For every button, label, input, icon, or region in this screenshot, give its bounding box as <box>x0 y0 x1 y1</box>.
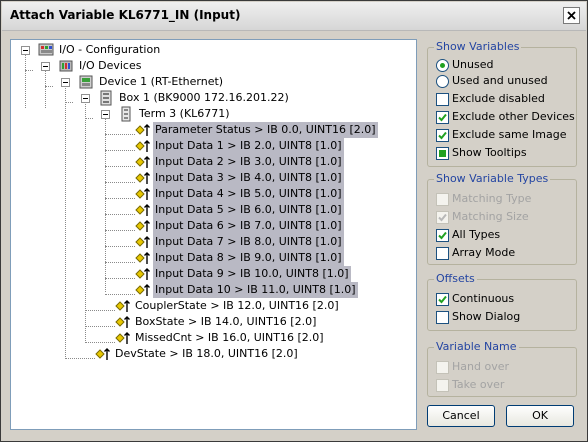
terminal-icon <box>121 106 131 122</box>
input-variable-icon <box>135 172 150 184</box>
box-icon <box>100 90 112 106</box>
radio-selected <box>436 59 449 72</box>
checkbox-disabled <box>436 379 449 392</box>
tree-label: Input Data 4 > IB 5.0, UINT8 [1.0] <box>153 186 344 202</box>
checkbox-checked <box>436 229 449 242</box>
option-label: Unused <box>452 58 494 71</box>
input-variable-icon <box>115 300 130 312</box>
tree-label: Input Data 1 > IB 2.0, UINT8 [1.0] <box>153 138 344 154</box>
collapse-icon[interactable] <box>61 78 70 87</box>
option-label: Matching Size <box>452 210 529 223</box>
option-label: Exclude same Image <box>452 128 567 141</box>
close-icon <box>567 11 576 20</box>
option-label: Take over <box>452 378 505 391</box>
tree-label: Input Data 10 > IB 11.0, UINT8 [1.0] <box>153 282 358 298</box>
collapse-icon[interactable] <box>41 62 50 71</box>
checkbox-checked <box>436 111 449 124</box>
tree-label: Input Data 9 > IB 10.0, UINT8 [1.0] <box>153 266 351 282</box>
input-variable-icon <box>95 348 110 360</box>
tree-label: Input Data 5 > IB 6.0, UINT8 [1.0] <box>153 202 344 218</box>
option-label: Exclude disabled <box>452 92 545 105</box>
checkbox-unchecked <box>436 93 449 106</box>
option-label: Continuous <box>452 292 515 305</box>
input-variable-icon <box>135 140 150 152</box>
tree-label: I/O - Configuration <box>59 43 161 56</box>
checkbox-checked-disabled <box>436 211 449 224</box>
checkbox-checked <box>436 129 449 142</box>
tree-label: Input Data 8 > IB 9.0, UINT8 [1.0] <box>153 250 344 266</box>
input-variable-icon <box>135 204 150 216</box>
check-icon <box>438 295 447 304</box>
tree-label: Device 1 (RT-Ethernet) <box>99 75 224 88</box>
attach-variable-dialog: Attach Variable KL6771_IN (Input) I/O - … <box>0 0 588 442</box>
input-variable-icon <box>135 268 150 280</box>
device-icon <box>79 75 93 89</box>
tree-label: CouplerState > IB 12.0, UINT16 [2.0] <box>135 299 339 312</box>
option-label: Show Dialog <box>452 310 521 323</box>
check-icon <box>438 231 447 240</box>
io-devices-icon <box>59 60 73 72</box>
checkbox-disabled <box>436 361 449 374</box>
option-label: Hand over <box>452 360 509 373</box>
option-label: Show Tooltips <box>452 146 527 159</box>
variable-name-group: Variable Name Hand over Take over <box>427 340 577 397</box>
checkbox-disabled <box>436 193 449 206</box>
window-title: Attach Variable KL6771_IN (Input) <box>10 8 241 22</box>
checkbox-unchecked <box>436 247 449 260</box>
tree-label: Term 3 (KL6771) <box>139 107 230 120</box>
collapse-icon[interactable] <box>101 110 110 119</box>
input-variable-icon <box>135 252 150 264</box>
cancel-button[interactable]: Cancel <box>427 405 495 427</box>
tree-label: Input Data 6 > IB 7.0, UINT8 [1.0] <box>153 218 344 234</box>
tree-label: Input Data 2 > IB 3.0, UINT8 [1.0] <box>153 154 344 170</box>
group-title: Variable Name <box>434 340 519 353</box>
tree-label: Input Data 3 > IB 4.0, UINT8 [1.0] <box>153 170 344 186</box>
tree-label: BoxState > IB 14.0, UINT16 [2.0] <box>135 315 317 328</box>
checkbox-checked <box>436 293 449 306</box>
input-variable-icon <box>115 332 130 344</box>
option-label: Array Mode <box>452 246 516 259</box>
input-variable-icon <box>135 124 150 136</box>
group-title: Show Variables <box>434 40 522 53</box>
tree-label: DevState > IB 18.0, UINT16 [2.0] <box>115 347 298 360</box>
io-configuration-icon <box>38 43 54 56</box>
offsets-group: Offsets Continuous Show Dialog <box>427 272 577 331</box>
option-label: Used and unused <box>452 74 548 87</box>
input-variable-icon <box>115 316 130 328</box>
title-bar: Attach Variable KL6771_IN (Input) <box>2 2 586 31</box>
variable-tree[interactable]: I/O - Configuration I/O Devices Device 1… <box>10 39 417 430</box>
group-title: Offsets <box>434 272 477 285</box>
input-variable-icon <box>135 188 150 200</box>
collapse-icon[interactable] <box>81 94 90 103</box>
input-variable-icon <box>135 156 150 168</box>
input-variable-icon <box>135 284 150 296</box>
check-icon <box>438 113 447 122</box>
tree-label: Parameter Status > IB 0.0, UINT16 [2.0] <box>153 122 378 138</box>
input-variable-icon <box>135 220 150 232</box>
ok-button[interactable]: OK <box>506 405 574 427</box>
show-variable-types-group: Show Variable Types Matching Type Matchi… <box>427 172 577 265</box>
radio-unselected <box>436 75 449 88</box>
option-label: Exclude other Devices <box>452 110 575 123</box>
collapse-icon[interactable] <box>21 46 30 55</box>
close-button[interactable] <box>563 7 580 24</box>
group-title: Show Variable Types <box>434 172 551 185</box>
show-variables-group: Show Variables Unused Used and unused Ex… <box>427 40 577 167</box>
option-label: Matching Type <box>452 192 532 205</box>
checkbox-unchecked <box>436 311 449 324</box>
checkbox-indeterminate <box>436 147 449 160</box>
check-icon <box>438 131 447 140</box>
tree-label: Input Data 7 > IB 8.0, UINT8 [1.0] <box>153 234 344 250</box>
tree-label: Box 1 (BK9000 172.16.201.22) <box>119 91 289 104</box>
tree-label: I/O Devices <box>79 59 142 72</box>
input-variable-icon <box>135 236 150 248</box>
tree-label: MissedCnt > IB 16.0, UINT16 [2.0] <box>135 331 324 344</box>
option-label: All Types <box>452 228 501 241</box>
check-icon <box>438 213 447 222</box>
